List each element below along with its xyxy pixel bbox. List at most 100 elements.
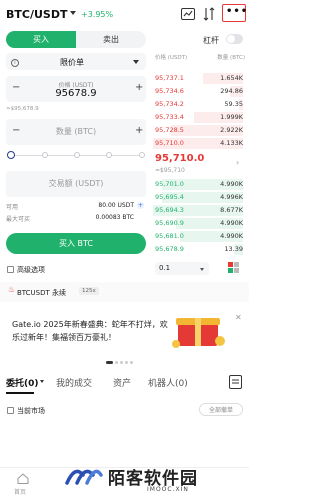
ask-row[interactable]: 95,733.4 1.999K [153, 112, 243, 123]
depth-step-value: 0.1 [159, 264, 171, 272]
bid-quantity: 4.990K [220, 180, 243, 188]
available-value: 80.00 USDT [98, 202, 134, 209]
tab-orders[interactable]: 委托(0) [6, 376, 39, 389]
ask-price: 95,737.1 [155, 74, 184, 82]
price-approx-usd: ≈$95,678.9 [6, 106, 39, 112]
chevron-right-icon[interactable]: › [236, 158, 239, 167]
tab-bots[interactable]: 机器人(0) [148, 376, 188, 389]
perpetual-leverage-badge: 125x [79, 287, 99, 295]
carousel-dot[interactable] [130, 361, 133, 364]
bid-quantity: 4.990K [220, 232, 243, 240]
ask-quantity: 59.35 [224, 100, 243, 108]
bid-row[interactable]: 95,694.3 8.677K [153, 205, 243, 216]
bid-price: 95,694.3 [155, 206, 184, 214]
coin-illustration [215, 336, 225, 346]
ask-quantity: 1.999K [220, 113, 243, 121]
last-price-usd: ≈$95,710 [155, 167, 185, 174]
ask-quantity: 4.133K [220, 139, 243, 147]
close-icon[interactable]: ✕ [235, 313, 242, 322]
slider-mark-50[interactable] [74, 152, 80, 158]
amount-placeholder: 交易额 (USDT) [48, 179, 104, 188]
orderbook-mode-icon[interactable] [228, 262, 239, 273]
price-decrease-icon[interactable]: − [12, 82, 20, 93]
bid-price: 95,681.0 [155, 232, 184, 240]
bid-row[interactable]: 95,701.0 4.990K [153, 179, 243, 190]
orders-caret-icon[interactable] [40, 380, 44, 383]
carousel-dot[interactable] [115, 361, 118, 364]
carousel-indicator [106, 361, 133, 364]
ask-price: 95,734.2 [155, 100, 184, 108]
bid-quantity: 13.39 [224, 245, 243, 253]
leverage-label: 杠杆 [203, 36, 219, 45]
pair-dropdown-icon[interactable] [70, 11, 76, 15]
ask-row[interactable]: 95,734.2 59.35 [153, 99, 243, 110]
sell-tab[interactable]: 卖出 [76, 31, 146, 48]
leverage-toggle-knob [227, 35, 235, 43]
price-increase-icon[interactable]: + [135, 82, 143, 93]
ask-row[interactable]: 95,710.0 4.133K [153, 138, 243, 149]
nav-home-label[interactable]: 首页 [14, 487, 26, 496]
slider-mark-25[interactable] [42, 152, 48, 158]
order-type-label: 限价单 [60, 58, 84, 67]
ask-row[interactable]: 95,734.6 294.86 [153, 86, 243, 97]
ask-quantity: 1.654K [220, 74, 243, 82]
available-label: 可用 [6, 204, 19, 211]
announcement-text[interactable]: Gate.io 2025年新春盛典：蛇年不打烊，欢乐过新年！集福领百万豪礼！ [12, 318, 172, 344]
bid-quantity: 4.990K [220, 219, 243, 227]
advanced-options-checkbox[interactable] [7, 266, 14, 273]
info-icon[interactable]: i [11, 59, 19, 67]
order-history-icon[interactable] [229, 375, 242, 389]
max-buy-value: 0.00083 BTC [95, 214, 134, 221]
bid-quantity: 8.677K [220, 206, 243, 214]
trading-pair-title[interactable]: BTC/USDT [6, 8, 67, 21]
cancel-all-button[interactable]: 全部撤单 [199, 403, 243, 416]
bid-row[interactable]: 95,695.4 4.996K [153, 192, 243, 203]
home-icon[interactable] [17, 473, 29, 484]
bid-price: 95,678.9 [155, 245, 184, 253]
slider-mark-100[interactable] [139, 152, 145, 158]
tab-my-trades[interactable]: 我的成交 [56, 376, 92, 389]
ask-quantity: 2.922K [220, 126, 243, 134]
slider-mark-75[interactable] [106, 152, 112, 158]
orderbook-price-header: 价格 (USDT) [155, 55, 188, 61]
perpetual-name[interactable]: BTCUSDT 永续 [17, 288, 66, 298]
bid-price: 95,690.9 [155, 219, 184, 227]
price-change-percent: +3.95% [81, 10, 114, 19]
buy-btc-button[interactable]: 买入 BTC [6, 233, 146, 254]
carousel-dot[interactable] [125, 361, 128, 364]
bid-row[interactable]: 95,678.9 13.39 [153, 244, 243, 255]
buy-tab[interactable]: 买入 [6, 31, 76, 48]
bid-quantity: 4.996K [220, 193, 243, 201]
bid-row[interactable]: 95,681.0 4.990K [153, 231, 243, 242]
ask-price: 95,733.4 [155, 113, 184, 121]
quantity-decrease-icon[interactable]: − [12, 125, 20, 136]
carousel-dot[interactable] [120, 361, 123, 364]
coin-illustration [172, 340, 180, 348]
percent-slider-thumb[interactable] [7, 151, 15, 159]
deposit-plus-icon[interactable]: + [137, 202, 144, 209]
ask-price: 95,734.6 [155, 87, 184, 95]
price-field-value[interactable]: 95678.9 [6, 88, 146, 99]
gift-ribbon-illustration [195, 318, 201, 346]
candlestick-chart-icon[interactable] [181, 8, 195, 20]
ask-row[interactable]: 95,737.1 1.654K [153, 73, 243, 84]
carousel-dot[interactable] [106, 361, 113, 364]
bid-price: 95,701.0 [155, 180, 184, 188]
current-market-label: 当前市场 [17, 407, 45, 415]
bid-price: 95,695.4 [155, 193, 184, 201]
watermark-logo [65, 469, 103, 485]
last-price: 95,710.0 [155, 153, 205, 164]
ask-row[interactable]: 95,728.5 2.922K [153, 125, 243, 136]
current-market-checkbox[interactable] [7, 407, 14, 414]
depth-caret-icon [200, 268, 204, 271]
more-icon[interactable]: ••• [226, 6, 248, 17]
quantity-increase-icon[interactable]: + [135, 125, 143, 136]
advanced-options-label: 高级选项 [17, 266, 45, 274]
orderbook-qty-header: 数量 (BTC) [217, 55, 245, 61]
order-type-caret-icon [133, 60, 139, 64]
watermark-subtext: IMOOC.XIN [147, 486, 189, 493]
bid-row[interactable]: 95,690.9 4.990K [153, 218, 243, 229]
transfer-icon[interactable] [203, 7, 215, 21]
ask-price: 95,710.0 [155, 139, 184, 147]
tab-assets[interactable]: 资产 [113, 376, 131, 389]
